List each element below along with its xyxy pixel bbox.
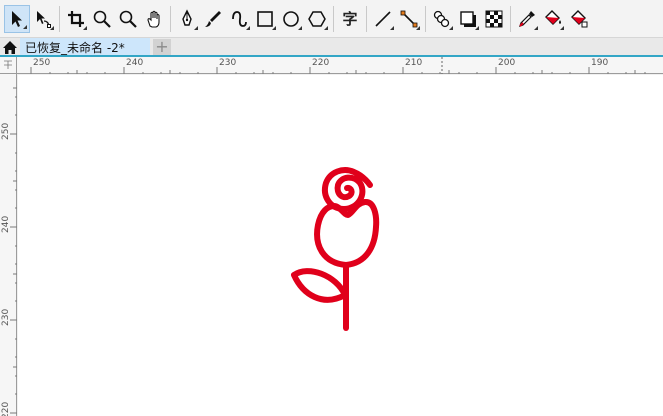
shape-tool-button[interactable] xyxy=(30,5,56,33)
toolbar-separator xyxy=(425,5,426,32)
toolbar-separator xyxy=(510,5,511,32)
flyout-indicator xyxy=(324,25,328,30)
transparency-tool-icon xyxy=(485,10,503,27)
ruler-label: 240 xyxy=(126,58,144,68)
flyout-indicator xyxy=(272,25,276,30)
drop-shadow-tool-button[interactable] xyxy=(455,5,481,33)
smart-fill-tool-button[interactable] xyxy=(566,5,592,33)
smart-fill-tool-icon xyxy=(571,9,588,27)
pan-tool-icon xyxy=(147,10,160,28)
crop-tool-button[interactable] xyxy=(63,5,89,33)
polygon-tool-button[interactable] xyxy=(304,5,330,33)
text-tool-button[interactable]: 字 xyxy=(337,5,363,33)
flyout-indicator xyxy=(194,25,198,30)
home-icon xyxy=(2,40,17,54)
document-tab-bar: 已恢复_未命名 -2* + xyxy=(0,37,663,57)
toolbar-separator xyxy=(366,5,367,32)
horizontal-ruler-ticks xyxy=(30,57,646,74)
ruler-label: 230 xyxy=(1,308,11,326)
zoom-out-tool-icon xyxy=(119,10,137,28)
rose-leaf xyxy=(291,268,348,303)
ruler-label: 220 xyxy=(1,401,11,416)
ellipse-tool-button[interactable] xyxy=(278,5,304,33)
ruler-label: 230 xyxy=(219,58,237,68)
flyout-indicator xyxy=(246,25,250,30)
ruler-origin-icon xyxy=(4,60,12,69)
add-tab-button[interactable]: + xyxy=(153,39,171,55)
zoom-out-tool-button[interactable] xyxy=(115,5,141,33)
toolbar-separator xyxy=(59,5,60,32)
flyout-indicator xyxy=(50,25,54,30)
ruler-label: 250 xyxy=(1,122,11,140)
toolbox: 字 xyxy=(0,0,663,37)
zoom-tool-icon xyxy=(93,10,111,28)
ruler-label: 250 xyxy=(33,58,51,68)
dimension-tool-button[interactable] xyxy=(396,5,422,33)
flyout-indicator xyxy=(475,25,479,30)
document-tab-title: 已恢复_未命名 -2* xyxy=(25,41,125,55)
drawing-canvas[interactable] xyxy=(18,75,663,416)
rose-drawing[interactable] xyxy=(18,75,663,416)
app-window: 字 已恢复_未命名 -2* + 250 240 230 220 210 200 … xyxy=(0,0,663,416)
flyout-indicator xyxy=(560,25,564,30)
ruler-origin-corner[interactable] xyxy=(0,57,17,74)
flyout-indicator xyxy=(534,25,538,30)
ruler-label: 210 xyxy=(405,58,423,68)
connector-tool-button[interactable] xyxy=(370,5,396,33)
text-tool-icon: 字 xyxy=(342,10,358,28)
zoom-tool-button[interactable] xyxy=(89,5,115,33)
toolbar-separator xyxy=(170,5,171,32)
home-tab[interactable] xyxy=(0,38,19,56)
pan-tool-button[interactable] xyxy=(141,5,167,33)
flyout-indicator xyxy=(83,25,87,30)
artistic-media-tool-button[interactable] xyxy=(200,5,226,33)
rectangle-tool-button[interactable] xyxy=(252,5,278,33)
vertical-ruler[interactable]: 250 240 230 220 xyxy=(0,74,17,416)
flyout-indicator xyxy=(298,25,302,30)
flyout-indicator xyxy=(416,25,420,30)
ruler-label: 240 xyxy=(1,215,11,233)
artistic-media-tool-icon xyxy=(205,10,221,27)
ruler-label: 200 xyxy=(498,58,516,68)
pick-tool-button[interactable] xyxy=(4,4,30,33)
ruler-label: 220 xyxy=(312,58,330,68)
flyout-indicator xyxy=(390,25,394,30)
eyedropper-tool-button[interactable] xyxy=(514,5,540,33)
transparency-tool-button[interactable] xyxy=(481,5,507,33)
blend-tool-button[interactable] xyxy=(429,5,455,33)
horizontal-ruler[interactable]: 250 240 230 220 210 200 190 xyxy=(17,57,663,74)
toolbar-separator xyxy=(333,5,334,32)
flyout-indicator xyxy=(23,24,27,29)
flyout-indicator xyxy=(449,25,453,30)
curve-tool-button[interactable] xyxy=(226,5,252,33)
ruler-label: 190 xyxy=(591,58,609,68)
fill-tool-button[interactable] xyxy=(540,5,566,33)
pen-tool-button[interactable] xyxy=(174,5,200,33)
